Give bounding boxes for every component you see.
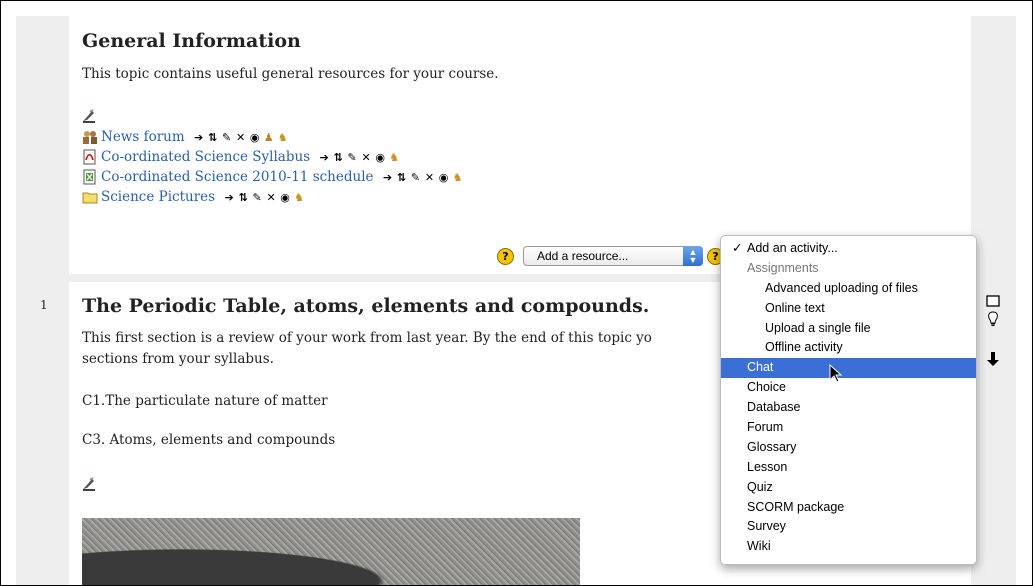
delete-icon[interactable]: ✕ bbox=[424, 171, 436, 184]
add-resource-label: Add a resource... bbox=[537, 249, 629, 263]
activity-link[interactable]: Co-ordinated Science 2010-11 schedule bbox=[101, 169, 374, 185]
edit-summary-icon[interactable] bbox=[82, 476, 96, 491]
edit-icon[interactable]: ✎ bbox=[410, 171, 422, 184]
menu-item[interactable]: Advanced uploading of files bbox=[721, 279, 976, 299]
section-summary: This topic contains useful general resou… bbox=[82, 66, 499, 82]
move-icon[interactable]: ⇅ bbox=[237, 191, 249, 204]
edit-icon[interactable]: ✎ bbox=[251, 191, 263, 204]
edit-summary-icon[interactable] bbox=[82, 108, 96, 123]
spreadsheet-icon bbox=[82, 169, 98, 185]
activity-row: Science Pictures ➔ ⇅ ✎ ✕ ◉ ♞ bbox=[82, 187, 464, 207]
menu-item[interactable]: Upload a single file bbox=[721, 319, 976, 339]
move-icon[interactable]: ⇅ bbox=[396, 171, 408, 184]
section-right-side bbox=[971, 282, 1016, 585]
move-right-icon[interactable]: ➔ bbox=[382, 171, 394, 184]
activity-list: News forum ➔ ⇅ ✎ ✕ ◉ ♟ ♞ Co-ordinated Sc… bbox=[82, 127, 464, 207]
select-arrows-icon: ▲ ▼ bbox=[683, 246, 703, 266]
groups-icon[interactable]: ♟ bbox=[263, 131, 275, 144]
move-right-icon[interactable]: ➔ bbox=[223, 191, 235, 204]
delete-icon[interactable]: ✕ bbox=[360, 151, 372, 164]
edit-icon[interactable]: ✎ bbox=[346, 151, 358, 164]
menu-item[interactable]: Online text bbox=[721, 299, 976, 319]
activity-tools: ➔ ⇅ ✎ ✕ ◉ ♞ bbox=[318, 151, 400, 164]
folder-icon bbox=[82, 189, 98, 205]
add-activity-menu[interactable]: ✓ Add an activity... Assignments Advance… bbox=[720, 235, 977, 565]
assign-roles-icon[interactable]: ♞ bbox=[277, 131, 289, 144]
check-icon: ✓ bbox=[732, 241, 743, 255]
activity-tools: ➔ ⇅ ✎ ✕ ◉ ♞ bbox=[223, 191, 305, 204]
lightbulb-icon[interactable] bbox=[984, 310, 1002, 328]
menu-group-label: Assignments bbox=[747, 260, 819, 275]
section-left-side: 1 bbox=[16, 282, 69, 585]
activity-row: Co-ordinated Science Syllabus ➔ ⇅ ✎ ✕ ◉ … bbox=[82, 147, 464, 167]
assign-roles-icon[interactable]: ♞ bbox=[388, 151, 400, 164]
edit-icon[interactable]: ✎ bbox=[221, 131, 233, 144]
delete-icon[interactable]: ✕ bbox=[265, 191, 277, 204]
section-photo bbox=[82, 518, 580, 585]
move-down-icon[interactable] bbox=[984, 350, 1002, 368]
section-number: 1 bbox=[40, 298, 48, 312]
eye-icon[interactable]: ◉ bbox=[279, 191, 291, 204]
section-controls bbox=[984, 292, 1002, 368]
menu-item[interactable]: Database bbox=[721, 398, 976, 418]
section-right-side bbox=[971, 16, 1016, 274]
eye-icon[interactable]: ◉ bbox=[374, 151, 386, 164]
menu-item[interactable]: Choice bbox=[721, 378, 976, 398]
syllabus-item: C3. Atoms, elements and compounds bbox=[82, 432, 336, 448]
eye-icon[interactable]: ◉ bbox=[438, 171, 450, 184]
section-title: The Periodic Table, atoms, elements and … bbox=[82, 295, 650, 317]
menu-item[interactable]: SCORM package bbox=[721, 498, 976, 518]
menu-item[interactable]: ✓ Add an activity... bbox=[721, 239, 976, 259]
activity-link[interactable]: News forum bbox=[101, 129, 185, 145]
activity-tools: ➔ ⇅ ✎ ✕ ◉ ♟ ♞ bbox=[193, 131, 289, 144]
activity-row: Co-ordinated Science 2010-11 schedule ➔ … bbox=[82, 167, 464, 187]
assign-roles-icon[interactable]: ♞ bbox=[452, 171, 464, 184]
highlight-toggle-icon[interactable] bbox=[984, 292, 1002, 310]
menu-item[interactable]: Quiz bbox=[721, 478, 976, 498]
menu-item[interactable]: Glossary bbox=[721, 438, 976, 458]
assign-roles-icon[interactable]: ♞ bbox=[293, 191, 305, 204]
move-icon[interactable]: ⇅ bbox=[207, 131, 219, 144]
pdf-icon bbox=[82, 149, 98, 165]
activity-link[interactable]: Science Pictures bbox=[101, 189, 215, 205]
section-title: General Information bbox=[82, 30, 301, 52]
move-icon[interactable]: ⇅ bbox=[332, 151, 344, 164]
help-icon[interactable]: ? bbox=[497, 247, 514, 265]
menu-item[interactable]: Wiki bbox=[721, 537, 976, 557]
activity-link[interactable]: Co-ordinated Science Syllabus bbox=[101, 149, 310, 165]
syllabus-item: C1.The particulate nature of matter bbox=[82, 393, 328, 409]
activity-tools: ➔ ⇅ ✎ ✕ ◉ ♞ bbox=[382, 171, 464, 184]
menu-item[interactable]: Survey bbox=[721, 517, 976, 537]
menu-item[interactable]: Forum bbox=[721, 418, 976, 438]
section-left-side bbox=[16, 16, 69, 274]
eye-icon[interactable]: ◉ bbox=[249, 131, 261, 144]
mouse-pointer-icon bbox=[829, 363, 843, 388]
course-page: General Information This topic contains … bbox=[0, 0, 1033, 586]
move-right-icon[interactable]: ➔ bbox=[318, 151, 330, 164]
add-controls: ? Add a resource... ▲ ▼ ? bbox=[497, 246, 724, 266]
forum-icon bbox=[82, 129, 98, 145]
move-right-icon[interactable]: ➔ bbox=[193, 131, 205, 144]
activity-row: News forum ➔ ⇅ ✎ ✕ ◉ ♟ ♞ bbox=[82, 127, 464, 147]
menu-item[interactable]: Offline activity bbox=[721, 338, 976, 358]
menu-item-highlighted[interactable]: Chat bbox=[721, 358, 976, 379]
delete-icon[interactable]: ✕ bbox=[235, 131, 247, 144]
add-resource-select[interactable]: Add a resource... ▲ ▼ bbox=[523, 246, 703, 266]
menu-item[interactable]: Lesson bbox=[721, 458, 976, 478]
